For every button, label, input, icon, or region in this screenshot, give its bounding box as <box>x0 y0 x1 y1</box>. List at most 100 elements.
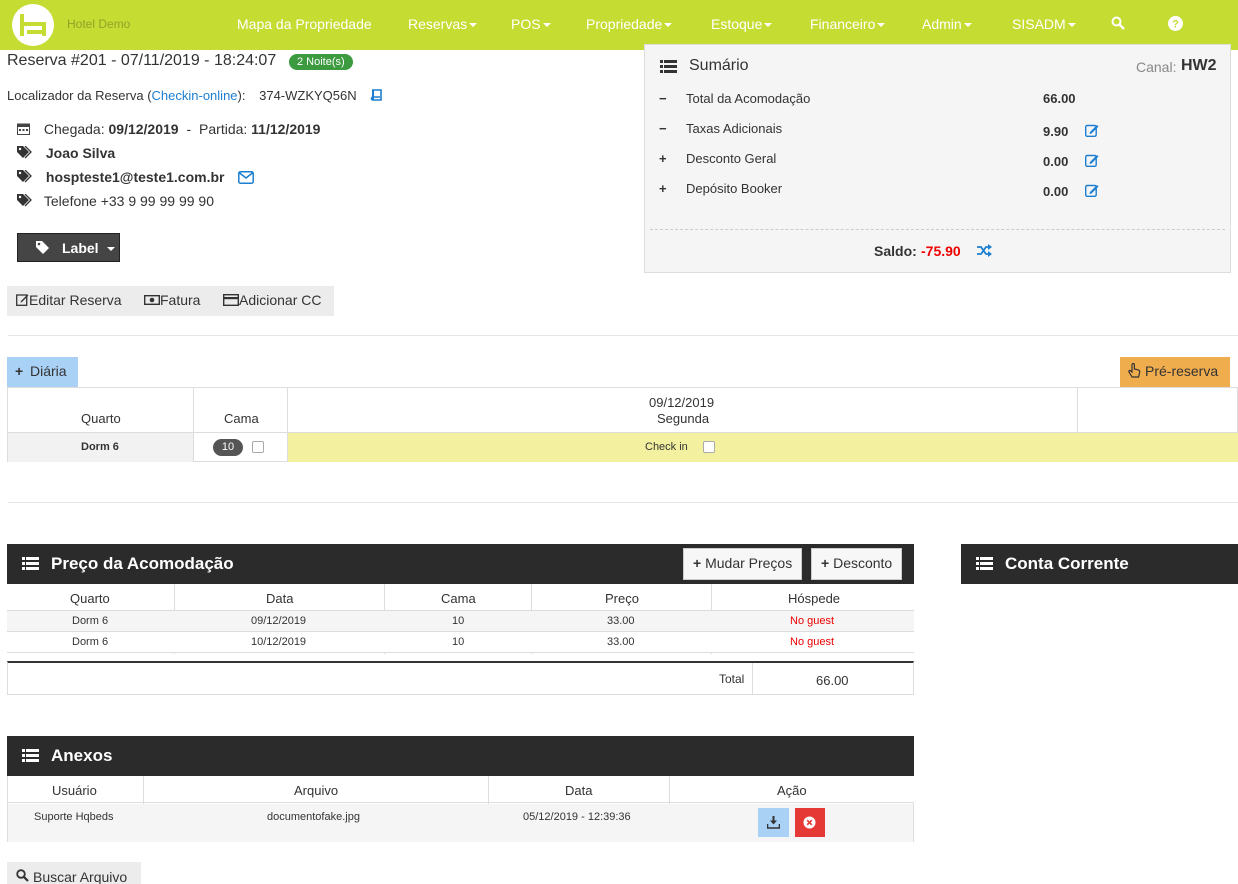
arrival-date: 09/12/2019 <box>108 121 179 137</box>
checkin-checkbox[interactable] <box>703 441 715 453</box>
price-total-label: Total <box>719 672 745 686</box>
summary-row-value: 9.90 <box>1043 124 1069 139</box>
change-prices-button[interactable]: + Mudar Preços <box>683 548 803 580</box>
nav-admin[interactable]: Admin <box>922 16 972 32</box>
plus-icon: + <box>821 555 830 571</box>
credit-card-icon <box>222 293 240 309</box>
caret-down-icon <box>877 23 886 28</box>
edit-discount-icon[interactable] <box>1084 153 1100 170</box>
envelope-icon[interactable] <box>238 171 255 187</box>
minus-icon: − <box>659 121 667 136</box>
list-icon <box>22 557 39 573</box>
balance-value: -75.90 <box>921 243 961 259</box>
tags-icon <box>17 169 32 186</box>
download-button[interactable] <box>758 808 789 837</box>
add-credit-card-button[interactable]: Adicionar CC <box>222 292 321 309</box>
bed-number-badge[interactable]: 10 <box>213 439 243 456</box>
reservation-actions: Editar Reserva Fatura Adicionar CC <box>7 286 334 316</box>
plus-icon: + <box>659 151 667 166</box>
minus-icon: − <box>659 91 667 106</box>
discount-button[interactable]: + Desconto <box>811 548 903 580</box>
checkin-online-link[interactable]: Checkin-online <box>152 88 238 103</box>
help-icon[interactable]: ? <box>1168 16 1183 34</box>
daily-header-weekday: Segunda <box>657 411 710 426</box>
nav-sisadm[interactable]: SISADM <box>1012 16 1076 32</box>
edit-deposit-icon[interactable] <box>1084 183 1100 200</box>
reservation-title: Reserva #201 - 07/11/2019 - 18:24:07 <box>7 52 277 69</box>
tags-icon <box>17 145 32 162</box>
price-panel-title: Preço da Acomodação <box>51 554 234 573</box>
price-cell-date: 10/12/2019 <box>251 636 307 648</box>
search-icon[interactable] <box>1111 16 1125 33</box>
nav-propriedade[interactable]: Propriedade <box>586 16 673 32</box>
label-dropdown-button[interactable]: Label <box>17 233 120 262</box>
shuffle-icon[interactable] <box>977 244 992 260</box>
balance-label: Saldo: <box>874 243 917 259</box>
summary-row-label: Depósito Booker <box>686 181 783 196</box>
delete-button[interactable] <box>795 808 825 837</box>
locator-code: 374-WZKYQ56N <box>259 88 357 103</box>
summary-row-value: 0.00 <box>1043 154 1069 169</box>
attach-col-header: Arquivo <box>294 783 339 798</box>
guest-name-row: Joao Silva <box>17 145 115 162</box>
caret-down-icon <box>107 247 115 251</box>
daily-header-date: 09/12/2019 <box>649 395 715 410</box>
section-divider <box>8 502 1238 503</box>
pre-reserve-button[interactable]: Pré-reserva <box>1120 357 1230 387</box>
channel-label: Canal: <box>1136 59 1177 75</box>
tag-icon <box>36 241 49 257</box>
channel-value: HW2 <box>1181 57 1217 74</box>
price-cell-bed: 10 <box>452 615 465 627</box>
price-cell-price: 33.00 <box>607 636 635 648</box>
price-total-value: 66.00 <box>816 673 849 688</box>
money-icon <box>143 293 161 309</box>
plus-icon: + <box>659 181 667 196</box>
nav-estoque[interactable]: Estoque <box>711 16 773 32</box>
guest-email[interactable]: hospteste1@teste1.com.br <box>46 169 225 185</box>
attach-cell-file: documentofake.jpg <box>267 811 360 823</box>
summary-row-label: Desconto Geral <box>686 151 777 166</box>
list-icon <box>22 749 39 765</box>
price-col-header: Cama <box>441 591 476 606</box>
summary-title: Sumário <box>689 57 749 74</box>
price-cell-bed: 10 <box>452 636 465 648</box>
guest-email-row: hospteste1@teste1.com.br <box>17 169 255 187</box>
price-total-row: Total 66.00 <box>7 661 914 695</box>
daily-room-name: Dorm 6 <box>81 441 119 453</box>
invoice-button[interactable]: Fatura <box>143 292 200 309</box>
brand-name[interactable]: Hotel Demo <box>67 17 130 31</box>
download-icon <box>766 816 781 832</box>
add-daily-button[interactable]: + Diária <box>7 357 78 387</box>
summary-panel: Sumário Canal: HW2 − Total da Acomodação… <box>644 44 1231 273</box>
attach-cell-user: Suporte Hqbeds <box>34 811 114 823</box>
price-cell-room: Dorm 6 <box>72 615 109 627</box>
summary-row-label: Taxas Adicionais <box>686 121 783 136</box>
nav-mapa-propriedade[interactable]: Mapa da Propriedade <box>237 16 372 32</box>
edit-reservation-button[interactable]: Editar Reserva <box>16 292 122 309</box>
summary-row-value: 66.00 <box>1043 91 1076 106</box>
account-panel-title: Conta Corrente <box>1005 554 1129 573</box>
hotel-logo[interactable] <box>12 4 54 46</box>
book-icon[interactable] <box>370 89 383 105</box>
search-file-button[interactable]: Buscar Arquivo <box>7 862 141 884</box>
top-navbar: Hotel Demo Mapa da Propriedade Reservas … <box>0 0 1238 50</box>
nav-financeiro[interactable]: Financeiro <box>810 16 886 32</box>
nav-pos[interactable]: POS <box>511 16 551 32</box>
price-col-header: Hóspede <box>788 591 841 606</box>
price-cell-date: 09/12/2019 <box>251 615 307 627</box>
nav-reservas[interactable]: Reservas <box>408 16 478 32</box>
price-cell-guest: No guest <box>790 615 835 627</box>
bed-checkbox[interactable] <box>252 441 264 453</box>
edit-taxes-icon[interactable] <box>1084 123 1100 140</box>
tags-icon <box>17 193 32 210</box>
guest-phone: Telefone +33 9 99 99 99 90 <box>43 193 214 209</box>
daily-grid: Quarto Cama 09/12/2019 Segunda Dorm 6 10… <box>7 387 1238 462</box>
guest-name[interactable]: Joao Silva <box>46 145 115 161</box>
summary-divider <box>650 229 1225 230</box>
caret-down-icon <box>664 23 673 28</box>
checkin-cell[interactable] <box>288 432 1238 462</box>
edit-icon <box>16 293 29 309</box>
price-col-header: Quarto <box>70 591 110 606</box>
account-panel-header: Conta Corrente <box>961 544 1238 584</box>
plus-icon: + <box>693 555 702 571</box>
